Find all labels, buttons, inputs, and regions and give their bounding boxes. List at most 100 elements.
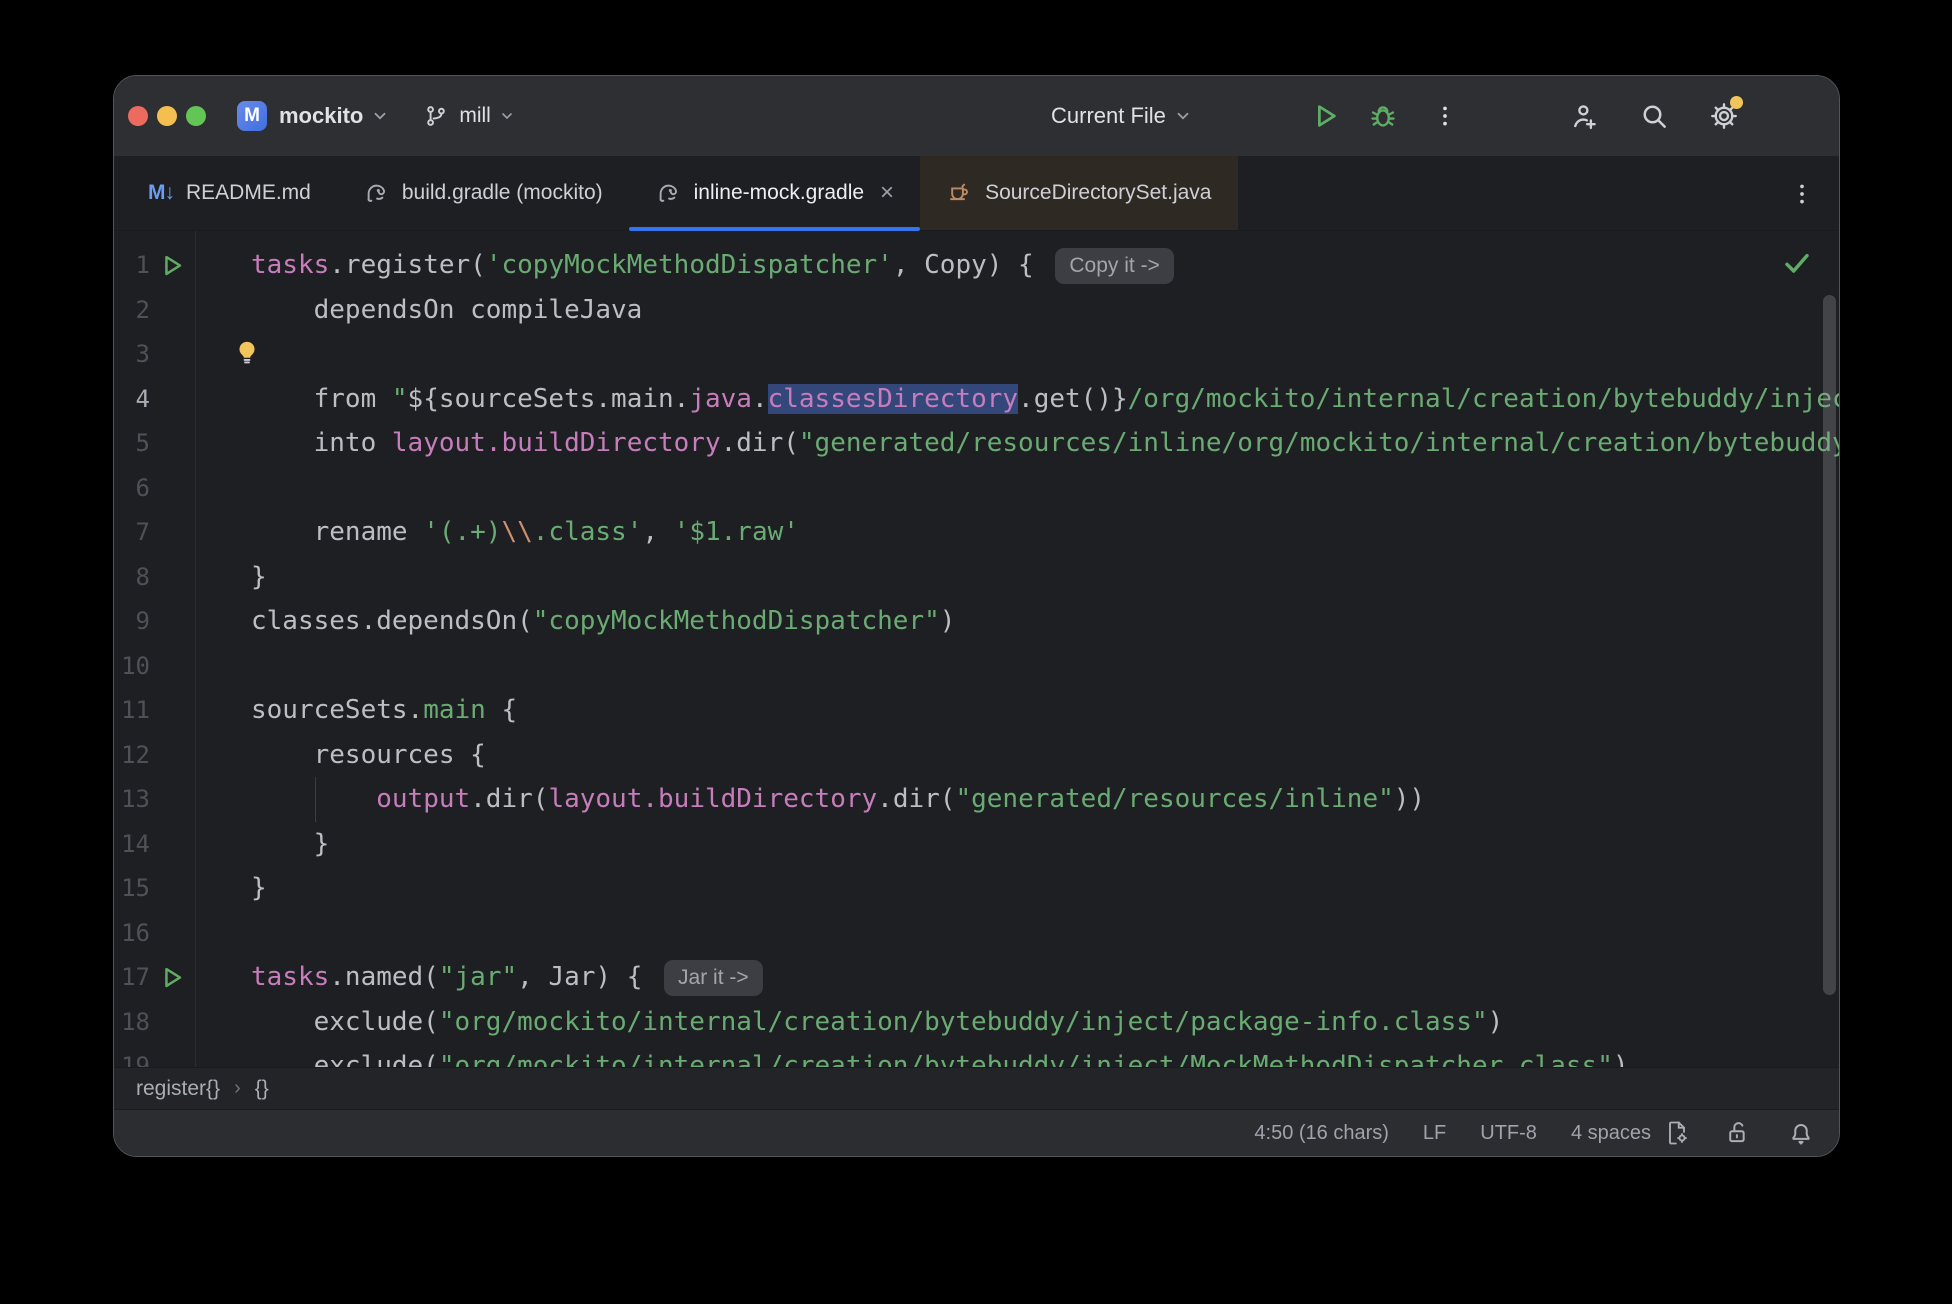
code-token: .dir( [877,784,956,814]
code-token: { [485,695,518,725]
code-token: exclude( [251,1006,439,1037]
code-token: "org/mockito/internal/creation/bytebuddy… [438,1051,1613,1067]
line-number[interactable]: 16 [114,911,150,956]
tab-build[interactable]: build.gradle (mockito) [337,156,629,230]
code-line[interactable] [251,466,1839,511]
tab-inline[interactable]: inline-mock.gradle × [628,156,921,231]
gutter-row: 15 [114,866,195,911]
code-line[interactable]: resources { [251,733,1839,778]
line-number[interactable]: 19 [114,1044,150,1067]
code-line[interactable] [251,644,1839,689]
code-token: } [251,828,330,859]
code-line[interactable]: } [251,822,1839,867]
code-token: /org/mockito/internal/creation/bytebuddy… [1127,383,1839,414]
line-number[interactable]: 13 [114,777,150,822]
gutter-row: 18 [114,1000,195,1045]
indent-config-code-style-config-icon[interactable] [1663,1119,1691,1147]
gutter-row: 6 [114,466,195,511]
inlay-hint[interactable]: Jar it -> [664,959,763,996]
line-number[interactable]: 3 [114,332,150,377]
line-number[interactable]: 15 [114,866,150,911]
inlay-hint[interactable]: Copy it -> [1055,247,1174,284]
run-gutter-icon[interactable] [158,252,185,279]
close-tab-icon[interactable]: × [880,179,894,207]
tab-label: README.md [186,181,311,204]
caret-position[interactable]: 4:50 (16 chars) [1254,1122,1389,1145]
code-line[interactable]: tasks.named("jar", Jar) { Jar it -> [251,955,1839,1000]
git-branch-icon [423,103,449,129]
code-token: rename [251,517,424,547]
line-separator[interactable]: LF [1423,1122,1446,1145]
close-window-button[interactable] [128,106,148,126]
code-line[interactable]: from "${sourceSets.main.java.classesDire… [114,376,1839,422]
run-configuration-selector[interactable]: Current File [1051,103,1166,129]
code-line[interactable]: classes.dependsOn("copyMockMethodDispatc… [251,599,1839,644]
kebab-menu-icon[interactable] [1432,103,1458,129]
minimize-window-button[interactable] [157,106,177,126]
line-number[interactable]: 14 [114,822,150,867]
gutter-row: 16 [114,911,195,956]
line-number[interactable]: 2 [114,288,150,333]
code-line[interactable]: sourceSets.main { [251,688,1839,733]
settings-gear-icon[interactable] [1709,96,1743,131]
indent[interactable]: 4 spaces [1571,1122,1651,1145]
readonly-toggle-unlocked-icon[interactable] [1725,1119,1753,1147]
line-number[interactable]: 4 [114,377,150,422]
code-token: "org/mockito/internal/creation/bytebuddy… [438,1006,1488,1037]
code-line[interactable]: } [251,866,1839,911]
code-line[interactable]: output.dir(layout.buildDirectory.dir("ge… [251,777,1839,822]
add-user-icon[interactable] [1569,101,1599,131]
code-token: " [391,383,408,414]
gutter-row: 12 [114,733,195,778]
tab-sourcedir[interactable]: SourceDirectorySet.java [920,156,1238,230]
debug-icon[interactable] [1368,101,1398,131]
line-number[interactable]: 1 [114,243,150,288]
tab-readme[interactable]: M↓ README.md [122,156,337,230]
vcs-widget[interactable]: mill [423,103,515,129]
line-number[interactable]: 5 [114,421,150,466]
ide-window: M mockito mill Current File M↓ README.md… [113,75,1840,1157]
selected-text: classesDirectory [767,383,1019,414]
line-number[interactable]: 10 [114,644,150,689]
search-icon[interactable] [1639,101,1669,131]
code-area: tasks.register('copyMockMethodDispatcher… [114,231,1839,1067]
line-number[interactable]: 8 [114,555,150,600]
breadcrumb-item[interactable]: register{} [136,1077,220,1101]
breadcrumb-item[interactable]: {} [255,1077,269,1101]
code-token: main [423,695,486,725]
code-line[interactable]: tasks.register('copyMockMethodDispatcher… [251,243,1839,288]
code-line[interactable]: } [251,555,1839,600]
inspections-ok-icon[interactable] [1781,247,1813,279]
code-line[interactable]: dependsOn compileJava [251,288,1839,333]
run-icon[interactable] [1310,101,1340,131]
line-number[interactable]: 18 [114,1000,150,1045]
code-line[interactable]: exclude("org/mockito/internal/creation/b… [251,1044,1839,1067]
code-line[interactable] [251,332,1839,377]
line-number[interactable]: 17 [114,955,150,1000]
code-line[interactable]: into layout.buildDirectory.dir("generate… [251,421,1839,466]
zoom-window-button[interactable] [186,106,206,126]
project-icon: M [237,101,267,131]
code-token: layout.buildDirectory [391,428,721,458]
code-token: ${ [407,383,439,414]
notifications-bell-icon[interactable] [1787,1119,1815,1147]
editor[interactable]: 1 2 3 4 5 6 7 8 9 10 11 12 13 14 15 16 17 18 19 tasks.regi… [114,231,1839,1067]
project-name[interactable]: mockito [279,103,363,129]
chevron-down-icon[interactable] [371,107,389,125]
code-line[interactable]: rename '(.+)\\.class', '$1.raw' [251,510,1839,555]
intention-bulb-icon[interactable] [232,338,262,368]
line-number[interactable]: 12 [114,733,150,778]
breadcrumb-separator-icon: › [234,1077,241,1099]
run-gutter-icon[interactable] [158,964,185,991]
vertical-scrollbar[interactable] [1823,295,1836,995]
java-icon [950,183,969,200]
line-number[interactable]: 11 [114,688,150,733]
line-number[interactable]: 7 [114,510,150,555]
encoding[interactable]: UTF-8 [1480,1122,1537,1145]
code-line[interactable] [251,911,1839,956]
line-number[interactable]: 6 [114,466,150,511]
line-number[interactable]: 9 [114,599,150,644]
tab-options-kebab-icon[interactable] [1789,156,1815,231]
code-line[interactable]: exclude("org/mockito/internal/creation/b… [251,1000,1839,1045]
chevron-down-icon [499,108,515,124]
